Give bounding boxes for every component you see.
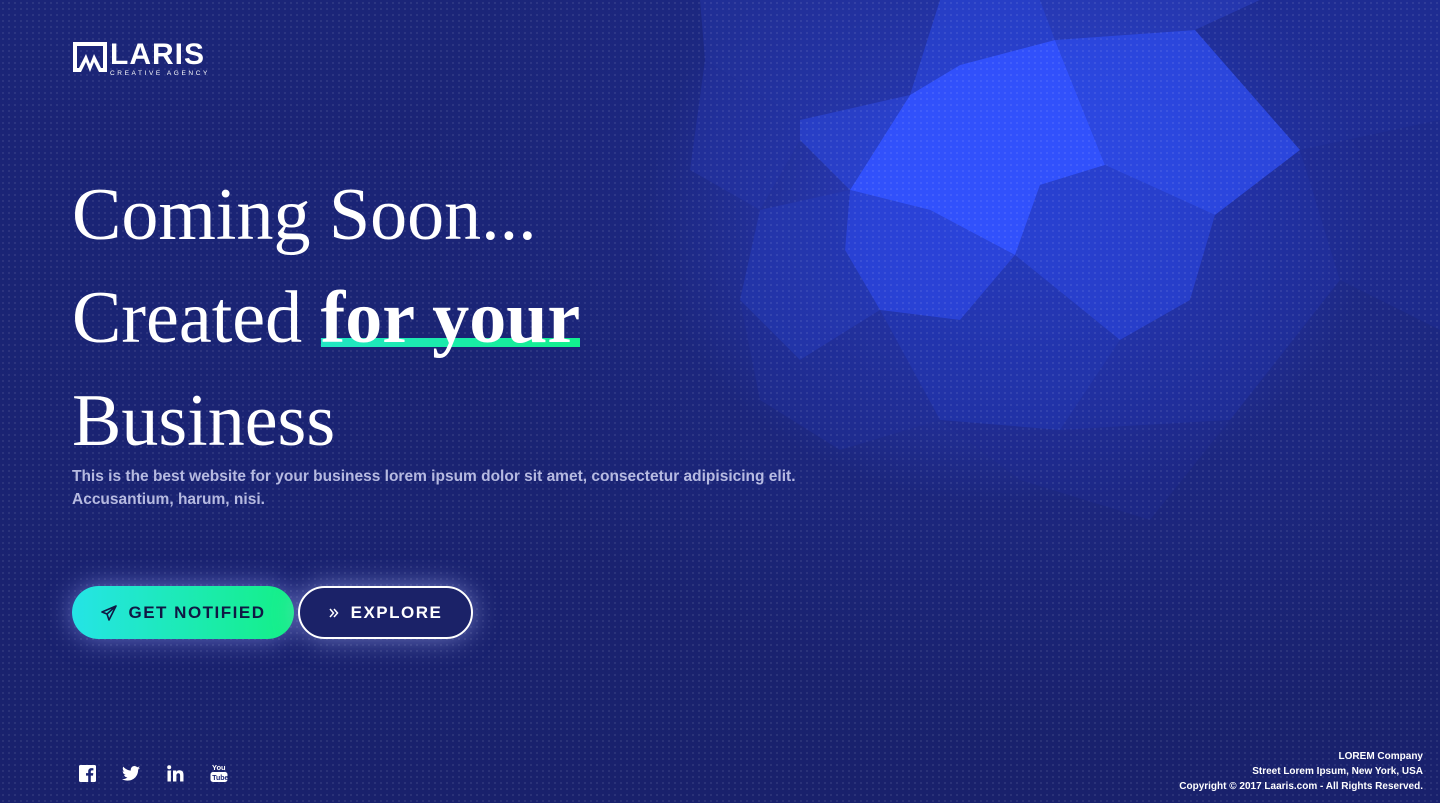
hero-description: This is the best website for your busine… (72, 468, 796, 508)
footer-address: Street Lorem Ipsum, New York, USA (1252, 766, 1423, 777)
footer-copyright: Copyright © 2017 Laaris.com - All Rights… (1179, 781, 1423, 792)
facebook-icon[interactable] (78, 763, 96, 783)
explore-button[interactable]: EXPLORE (298, 586, 473, 639)
svg-text:Tube: Tube (212, 775, 228, 782)
brand-name: LARIS (110, 38, 205, 71)
brand-tagline: CREATIVE AGENCY (110, 70, 210, 77)
get-notified-label: GET NOTIFIED (128, 602, 266, 622)
linkedin-icon[interactable] (166, 763, 184, 783)
svg-text:You: You (212, 763, 226, 772)
hero-line-1: Coming Soon... (72, 174, 537, 256)
footer-company: LOREM Company (1338, 751, 1423, 762)
hero-title: Coming Soon... Created for your Business (72, 164, 581, 473)
brand-logo[interactable]: LARIS CREATIVE AGENCY (72, 40, 210, 78)
hero-line-2: Created for your (72, 267, 581, 370)
hero-line-3: Business (72, 380, 336, 462)
youtube-icon[interactable]: You Tube (210, 763, 228, 783)
logo-mark-icon (73, 42, 107, 72)
double-chevron-right-icon (329, 608, 339, 618)
footer-info: LOREM Company Street Lorem Ipsum, New Yo… (1179, 749, 1423, 794)
social-links: You Tube (78, 763, 228, 783)
hero-line-2-plain: Created (72, 277, 321, 359)
hero-highlight: for your (320, 277, 581, 359)
get-notified-button[interactable]: GET NOTIFIED (72, 586, 294, 639)
explore-label: EXPLORE (350, 602, 443, 622)
twitter-icon[interactable] (122, 763, 140, 783)
paper-plane-icon (100, 604, 117, 621)
